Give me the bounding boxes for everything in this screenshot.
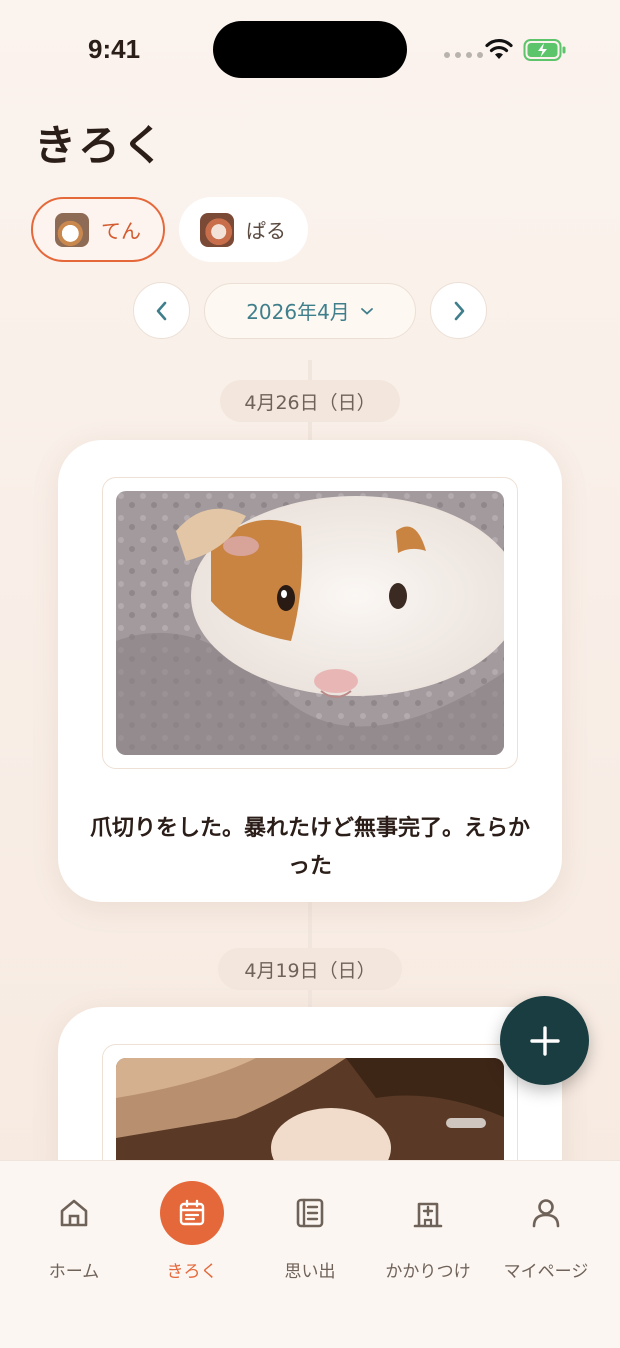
pet-avatar: [55, 212, 89, 247]
tab-label: ホーム: [48, 1262, 100, 1282]
page-title: きろく: [34, 121, 167, 170]
record-caption: 爪切りをした。暴れたけど無事完了。えらかった: [89, 816, 530, 879]
tab-mypage[interactable]: マイページ: [487, 1181, 605, 1282]
tab-memories[interactable]: 思い出: [251, 1181, 369, 1282]
add-record-button[interactable]: [500, 996, 589, 1085]
entry-date: 4月19日（日）: [218, 948, 402, 990]
pet-chip-label: ぱる: [246, 219, 286, 243]
pet-chip-paru[interactable]: ぱる: [179, 197, 308, 262]
chevron-down-icon: [360, 307, 373, 315]
next-month-button[interactable]: [430, 282, 487, 339]
hospital-icon: [413, 1202, 443, 1228]
chevron-left-icon: [156, 301, 166, 320]
pet-chip-ten[interactable]: てん: [31, 197, 165, 262]
tab-records[interactable]: きろく: [133, 1181, 251, 1282]
entry-date: 4月26日（日）: [220, 380, 400, 422]
signal-icon: [444, 52, 483, 58]
pet-chip-label: てん: [101, 219, 141, 243]
month-dropdown[interactable]: 2026年4月: [204, 282, 416, 339]
user-icon: [532, 1199, 560, 1228]
tab-label: マイページ: [503, 1262, 589, 1282]
tab-clinic[interactable]: かかりつけ: [369, 1181, 487, 1282]
month-selector: 2026年4月: [133, 282, 487, 339]
plus-icon: [529, 1025, 560, 1056]
guinea-pig-photo: [116, 491, 504, 755]
tab-label: きろく: [166, 1262, 218, 1282]
chevron-right-icon: [454, 301, 464, 320]
dynamic-island: [213, 21, 407, 78]
tab-home[interactable]: ホーム: [15, 1181, 133, 1282]
photo-frame: [102, 477, 518, 769]
pet-selector: てん ぱる: [31, 197, 308, 262]
status-bar: 9:41: [0, 0, 620, 100]
home-icon: [60, 1199, 88, 1227]
album-icon: [296, 1198, 324, 1228]
calendar-icon: [179, 1199, 205, 1226]
tab-label: 思い出: [284, 1262, 336, 1282]
app-screen: 9:41 きろく てん ぱる 2026年4月 4月26日（日） 爪切りをした。暴…: [0, 0, 620, 1348]
battery-icon: [523, 39, 566, 61]
record-card[interactable]: 爪切りをした。暴れたけど無事完了。えらかった: [58, 440, 562, 902]
bottom-tab-bar: ホーム きろく 思い出 かかりつけ マイページ: [0, 1160, 620, 1348]
record-photo[interactable]: [116, 491, 504, 755]
month-label: 2026年4月: [246, 300, 350, 324]
prev-month-button[interactable]: [133, 282, 190, 339]
pet-avatar: [200, 212, 234, 247]
status-time: 9:41: [88, 34, 141, 64]
wifi-icon: [485, 38, 513, 59]
tab-label: かかりつけ: [385, 1262, 471, 1282]
